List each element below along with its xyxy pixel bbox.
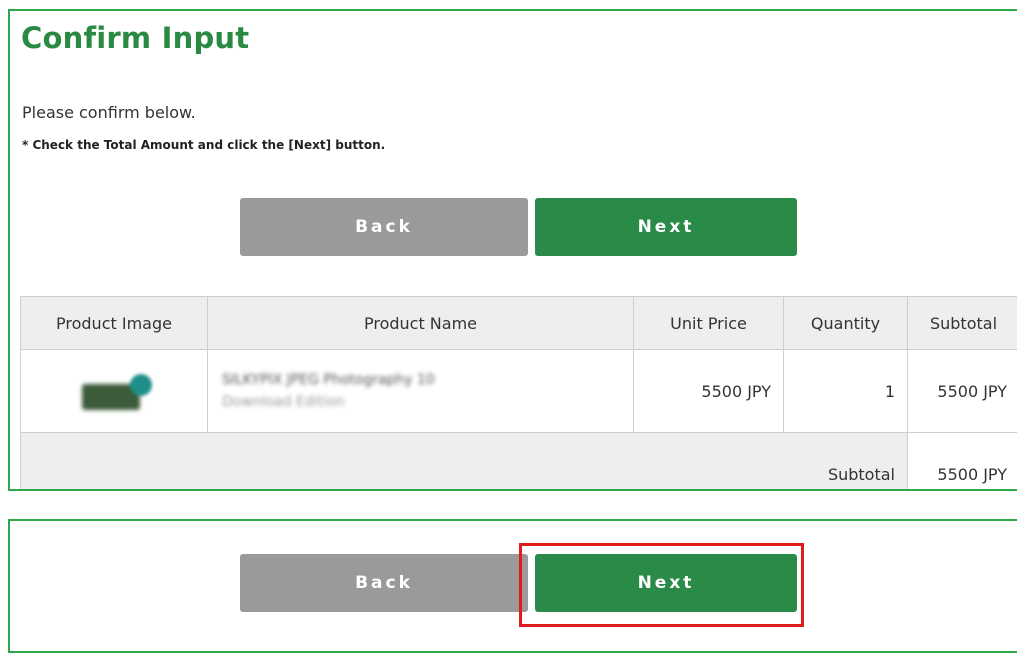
header-product-name: Product Name	[208, 297, 634, 350]
intro-text: Please confirm below.	[22, 103, 196, 122]
product-name: SILKYPIX JPEG Photography 10	[222, 369, 632, 391]
unit-price-cell: 5500 JPY	[634, 350, 784, 433]
back-button[interactable]: Back	[240, 198, 528, 256]
page-title: Confirm Input	[21, 21, 249, 55]
header-subtotal: Subtotal	[908, 297, 1017, 350]
confirm-panel: Confirm Input Please confirm below. * Ch…	[8, 9, 1017, 491]
cart-table: Product Image Product Name Unit Price Qu…	[20, 296, 1017, 491]
header-product-image: Product Image	[21, 297, 208, 350]
product-name-cell: SILKYPIX JPEG Photography 10 Download Ed…	[208, 350, 634, 433]
product-edition: Download Edition	[222, 391, 632, 413]
next-button-bottom[interactable]: Next	[535, 554, 797, 612]
bottom-action-panel: Back Next	[8, 519, 1017, 653]
summary-value: 5500 JPY	[908, 433, 1017, 492]
table-header-row: Product Image Product Name Unit Price Qu…	[21, 297, 1017, 350]
quantity-cell: 1	[784, 350, 908, 433]
table-row: SILKYPIX JPEG Photography 10 Download Ed…	[21, 350, 1017, 433]
instruction-note: * Check the Total Amount and click the […	[22, 138, 385, 152]
product-image-cell	[21, 350, 208, 433]
summary-row: Subtotal 5500 JPY	[21, 433, 1017, 492]
row-subtotal-cell: 5500 JPY	[908, 350, 1017, 433]
next-button[interactable]: Next	[535, 198, 797, 256]
back-button-bottom[interactable]: Back	[240, 554, 528, 612]
header-unit-price: Unit Price	[634, 297, 784, 350]
product-thumbnail-image	[74, 372, 154, 412]
header-quantity: Quantity	[784, 297, 908, 350]
summary-label: Subtotal	[21, 433, 908, 492]
